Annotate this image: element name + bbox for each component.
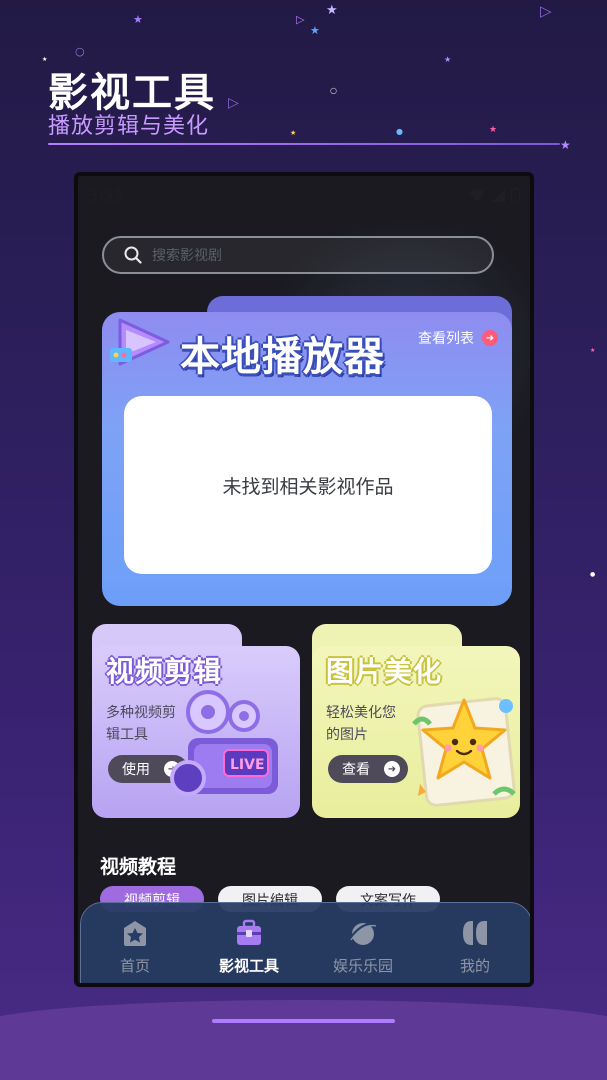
- star-decoration: ★: [444, 55, 452, 64]
- arrow-right-icon: ➜: [384, 761, 400, 777]
- tab-home-label: 首页: [119, 957, 150, 975]
- tab-entertainment-label: 娱乐乐园: [333, 957, 394, 975]
- star-decoration: ★: [42, 56, 48, 63]
- empty-state-text: 未找到相关影视作品: [222, 475, 394, 498]
- search-bar[interactable]: 搜索影视剧: [102, 236, 494, 274]
- search-icon: [124, 246, 142, 264]
- view-list-button[interactable]: 查看列表 ➜: [418, 328, 498, 348]
- view-list-label: 查看列表: [418, 331, 474, 347]
- promo-subtitle: 播放剪辑与美化: [48, 114, 210, 139]
- view-button[interactable]: 查看 ➜: [328, 755, 408, 783]
- background-hill: [0, 1000, 607, 1080]
- video-edit-card[interactable]: 视频剪辑 多种视频剪辑工具 使用 ➜ LIVE: [92, 624, 300, 818]
- star-picture-icon: [412, 697, 516, 807]
- play-logo-icon: [110, 318, 170, 366]
- image-beautify-description: 轻松美化您的图片: [326, 705, 396, 743]
- empty-state: 未找到相关影视作品: [124, 396, 492, 574]
- tab-home[interactable]: 首页: [119, 917, 151, 976]
- star-decoration: ★: [310, 24, 320, 37]
- profile-icon: [459, 917, 491, 949]
- star-decoration: ▷: [540, 2, 552, 20]
- status-bar: 3:55: [88, 184, 520, 206]
- view-button-label: 查看: [342, 762, 370, 778]
- tab-tools-label: 影视工具: [219, 957, 280, 975]
- tab-profile-label: 我的: [459, 957, 490, 975]
- star-decoration: ○: [75, 45, 85, 58]
- star-decoration: ●: [396, 127, 403, 136]
- search-input[interactable]: 搜索影视剧: [152, 245, 222, 265]
- player-title: 本地播放器: [180, 334, 385, 380]
- tab-tools[interactable]: 影视工具: [219, 917, 279, 976]
- use-button-label: 使用: [122, 762, 150, 778]
- planet-icon: [347, 917, 379, 949]
- star-box-icon: [119, 917, 151, 949]
- star-decoration: ★: [560, 138, 571, 152]
- tab-profile[interactable]: 我的: [459, 917, 491, 976]
- star-decoration: ★: [290, 129, 297, 137]
- star-decoration: ●: [590, 571, 596, 578]
- home-indicator[interactable]: [212, 1019, 395, 1023]
- image-beautify-card[interactable]: 图片美化 轻松美化您的图片 查看 ➜: [312, 624, 520, 818]
- star-decoration: ★: [326, 3, 338, 18]
- bottom-tab-bar: 首页 影视工具 娱乐乐园 我的: [80, 902, 530, 983]
- star-decoration: ★: [133, 13, 143, 26]
- arrow-right-icon: ➜: [482, 330, 498, 346]
- star-decoration: ★: [489, 125, 498, 135]
- star-decoration: ○: [330, 86, 337, 95]
- toolbox-icon: [233, 917, 265, 949]
- star-decoration: ▷: [296, 13, 305, 26]
- tutorial-section-title: 视频教程: [100, 856, 177, 878]
- local-player-card[interactable]: 本地播放器 查看列表 ➜ 未找到相关影视作品: [102, 296, 512, 606]
- signal-icon: [491, 188, 505, 202]
- live-badge: LIVE: [230, 757, 265, 773]
- wifi-icon: [469, 188, 485, 202]
- star-decoration: ★: [590, 347, 596, 354]
- phone-screen: 3:55 搜索影视剧 本地播放器 查看列表 ➜ 未找到相关影视作品 视频剪辑 多…: [74, 172, 534, 987]
- video-camera-icon: LIVE: [170, 690, 278, 796]
- star-decoration: ▷: [228, 95, 239, 111]
- status-time: 3:55: [88, 185, 124, 205]
- promo-divider: [48, 143, 560, 145]
- battery-icon: [511, 188, 520, 202]
- tab-entertainment[interactable]: 娱乐乐园: [333, 917, 393, 976]
